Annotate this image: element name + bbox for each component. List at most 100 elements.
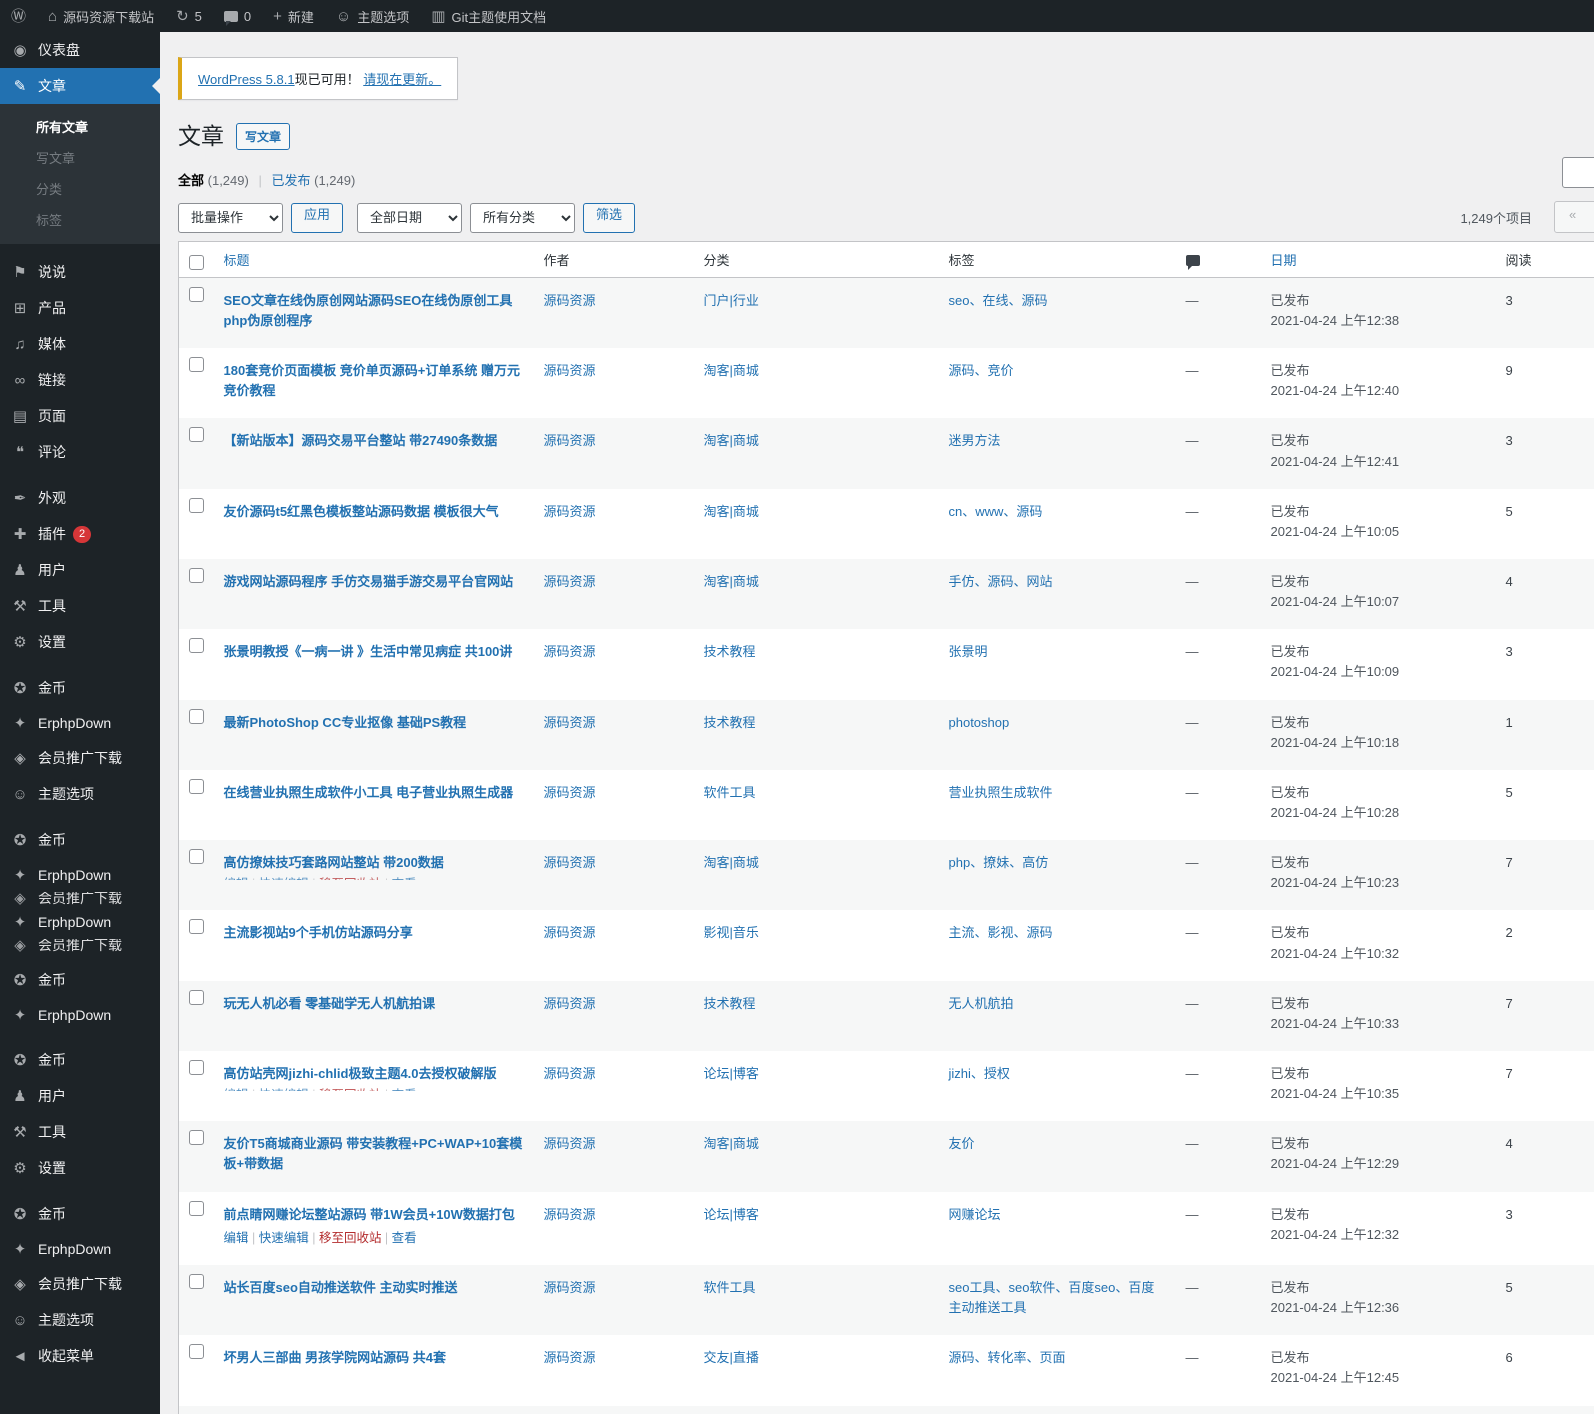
author-link[interactable]: 源码资源 bbox=[544, 363, 596, 378]
post-title-link[interactable]: 在线营业执照生成软件小工具 电子营业执照生成器 bbox=[224, 785, 514, 800]
author-link[interactable]: 源码资源 bbox=[544, 925, 596, 940]
pagination-first-button[interactable]: « bbox=[1554, 200, 1594, 233]
post-title-link[interactable]: 友价源码t5红黑色模板整站源码数据 模板很大气 bbox=[224, 504, 499, 519]
admin-bar-item[interactable]: + 新建 bbox=[262, 0, 325, 32]
post-title-link[interactable]: 玩无人机必看 零基础学无人机航拍课 bbox=[224, 996, 436, 1011]
view-link[interactable]: 查看 bbox=[392, 877, 417, 880]
tags-links[interactable]: 友价 bbox=[949, 1136, 975, 1151]
sidebar-item-会员推广下载[interactable]: ◈ 会员推广下载 bbox=[0, 939, 160, 952]
author-link[interactable]: 源码资源 bbox=[544, 715, 596, 730]
admin-bar-item[interactable]: ↻ 5 bbox=[165, 0, 213, 32]
category-link[interactable]: 交友|直播 bbox=[704, 1350, 759, 1365]
select-post-checkbox[interactable] bbox=[189, 919, 204, 935]
author-link[interactable]: 源码资源 bbox=[544, 1350, 596, 1365]
admin-bar-item[interactable]: ▥ Git主题使用文档 bbox=[420, 0, 557, 32]
trash-link[interactable]: 移至回收站 bbox=[319, 1231, 382, 1245]
sidebar-item-评论[interactable]: ❝ 评论 bbox=[0, 434, 160, 470]
select-post-checkbox[interactable] bbox=[189, 427, 204, 443]
select-post-checkbox[interactable] bbox=[189, 357, 204, 373]
category-link[interactable]: 淘客|商城 bbox=[704, 363, 759, 378]
tags-links[interactable]: 主流、影视、源码 bbox=[949, 925, 1053, 940]
sidebar-item-金币[interactable]: ✪ 金币 bbox=[0, 1042, 160, 1078]
select-post-checkbox[interactable] bbox=[189, 778, 204, 794]
column-header-title[interactable]: 标题 bbox=[213, 241, 534, 278]
select-all-checkbox[interactable] bbox=[189, 254, 204, 270]
post-title-link[interactable]: 站长百度seo自动推送软件 主动实时推送 bbox=[224, 1280, 458, 1295]
select-post-checkbox[interactable] bbox=[189, 1059, 204, 1075]
sidebar-item-页面[interactable]: ▤ 页面 bbox=[0, 398, 160, 434]
sidebar-item-金币[interactable]: ✪ 金币 bbox=[0, 962, 160, 998]
sidebar-item-会员推广下载[interactable]: ◈ 会员推广下载 bbox=[0, 1266, 160, 1302]
tags-links[interactable]: 网赚论坛 bbox=[949, 1207, 1001, 1222]
sidebar-item-产品[interactable]: ⊞ 产品 bbox=[0, 290, 160, 326]
admin-bar-item[interactable]: 0 bbox=[213, 0, 262, 32]
select-post-checkbox[interactable] bbox=[189, 849, 204, 865]
category-link[interactable]: 软件工具 bbox=[704, 785, 756, 800]
sidebar-subitem-分类[interactable]: 分类 bbox=[0, 173, 160, 204]
author-link[interactable]: 源码资源 bbox=[544, 1280, 596, 1295]
sidebar-subitem-所有文章[interactable]: 所有文章 bbox=[0, 111, 160, 142]
select-post-checkbox[interactable] bbox=[189, 708, 204, 724]
author-link[interactable]: 源码资源 bbox=[544, 433, 596, 448]
edit-link[interactable]: 编辑 bbox=[224, 1088, 249, 1091]
sidebar-item-链接[interactable]: ∞ 链接 bbox=[0, 362, 160, 398]
sidebar-item-金币[interactable]: ✪ 金币 bbox=[0, 1196, 160, 1232]
select-post-checkbox[interactable] bbox=[189, 638, 204, 654]
sidebar-item-工具[interactable]: ⚒ 工具 bbox=[0, 1114, 160, 1150]
category-link[interactable]: 影视|音乐 bbox=[704, 925, 759, 940]
category-filter-select[interactable]: 所有分类 bbox=[470, 202, 576, 233]
author-link[interactable]: 源码资源 bbox=[544, 504, 596, 519]
sidebar-item-ErphpDown[interactable]: ✦ ErphpDown bbox=[0, 998, 160, 1032]
view-link[interactable]: 查看 bbox=[392, 1088, 417, 1091]
tags-links[interactable]: 无人机航拍 bbox=[949, 996, 1014, 1011]
select-post-checkbox[interactable] bbox=[189, 1344, 204, 1360]
post-title-link[interactable]: 主流影视站9个手机仿站源码分享 bbox=[224, 925, 413, 940]
author-link[interactable]: 源码资源 bbox=[544, 293, 596, 308]
sidebar-item-ErphpDown[interactable]: ✦ ErphpDown bbox=[0, 1232, 160, 1266]
search-posts-input[interactable] bbox=[1562, 156, 1594, 188]
post-title-link[interactable]: 高仿撩妹技巧套路网站整站 带200数据 bbox=[224, 855, 444, 870]
sidebar-item-插件[interactable]: ✚ 插件 2 bbox=[0, 516, 160, 552]
post-title-link[interactable]: 游戏网站源码程序 手仿交易猫手游交易平台官网站 bbox=[224, 574, 514, 589]
select-post-checkbox[interactable] bbox=[189, 1274, 204, 1290]
tags-links[interactable]: 张景明 bbox=[949, 644, 988, 659]
sidebar-subitem-写文章[interactable]: 写文章 bbox=[0, 142, 160, 173]
quick-edit-link[interactable]: 快速编辑 bbox=[259, 1088, 309, 1091]
apply-button[interactable]: 应用 bbox=[291, 202, 344, 233]
category-link[interactable]: 淘客|商城 bbox=[704, 574, 759, 589]
update-version-link[interactable]: WordPress 5.8.1 bbox=[198, 72, 295, 87]
sidebar-item-设置[interactable]: ⚙ 设置 bbox=[0, 1150, 160, 1186]
author-link[interactable]: 源码资源 bbox=[544, 855, 596, 870]
sidebar-item-ErphpDown[interactable]: ✦ ErphpDown bbox=[0, 905, 160, 939]
admin-bar-item[interactable]: ☺ 主题选项 bbox=[325, 0, 420, 32]
edit-link[interactable]: 编辑 bbox=[224, 1231, 249, 1245]
post-title-link[interactable]: 高仿站壳网jizhi-chlid极致主题4.0去授权破解版 bbox=[224, 1066, 497, 1081]
sidebar-item-外观[interactable]: ✒ 外观 bbox=[0, 480, 160, 516]
author-link[interactable]: 源码资源 bbox=[544, 644, 596, 659]
post-title-link[interactable]: 友价T5商城商业源码 带安装教程+PC+WAP+10套模板+带数据 bbox=[224, 1136, 523, 1171]
category-link[interactable]: 技术教程 bbox=[704, 644, 756, 659]
author-link[interactable]: 源码资源 bbox=[544, 1207, 596, 1222]
sidebar-subitem-标签[interactable]: 标签 bbox=[0, 204, 160, 235]
tags-links[interactable]: photoshop bbox=[949, 715, 1010, 730]
author-link[interactable]: 源码资源 bbox=[544, 785, 596, 800]
view-all-link[interactable]: 全部 bbox=[178, 173, 204, 188]
tags-links[interactable]: seo工具、seo软件、百度seo、百度主动推送工具 bbox=[949, 1280, 1155, 1315]
sidebar-item-会员推广下载[interactable]: ◈ 会员推广下载 bbox=[0, 740, 160, 776]
sidebar-item-设置[interactable]: ⚙ 设置 bbox=[0, 624, 160, 660]
post-title-link[interactable]: 坏男人三部曲 男孩学院网站源码 共4套 bbox=[224, 1350, 446, 1365]
category-link[interactable]: 淘客|商城 bbox=[704, 433, 759, 448]
category-link[interactable]: 门户|行业 bbox=[704, 293, 759, 308]
select-post-checkbox[interactable] bbox=[189, 989, 204, 1005]
tags-links[interactable]: 营业执照生成软件 bbox=[949, 785, 1053, 800]
sidebar-item-文章[interactable]: ✎ 文章 bbox=[0, 68, 160, 104]
update-now-link[interactable]: 请现在更新。 bbox=[363, 72, 441, 87]
category-link[interactable]: 软件工具 bbox=[704, 1280, 756, 1295]
edit-link[interactable]: 编辑 bbox=[224, 877, 249, 880]
post-title-link[interactable]: 张景明教授《一病一讲 》生活中常见病症 共100讲 bbox=[224, 644, 513, 659]
sidebar-item-说说[interactable]: ⚑ 说说 bbox=[0, 254, 160, 290]
category-link[interactable]: 淘客|商城 bbox=[704, 855, 759, 870]
add-new-post-button[interactable]: 写文章 bbox=[236, 123, 291, 151]
sidebar-item-金币[interactable]: ✪ 金币 bbox=[0, 670, 160, 706]
tags-links[interactable]: 源码、竞价 bbox=[949, 363, 1014, 378]
